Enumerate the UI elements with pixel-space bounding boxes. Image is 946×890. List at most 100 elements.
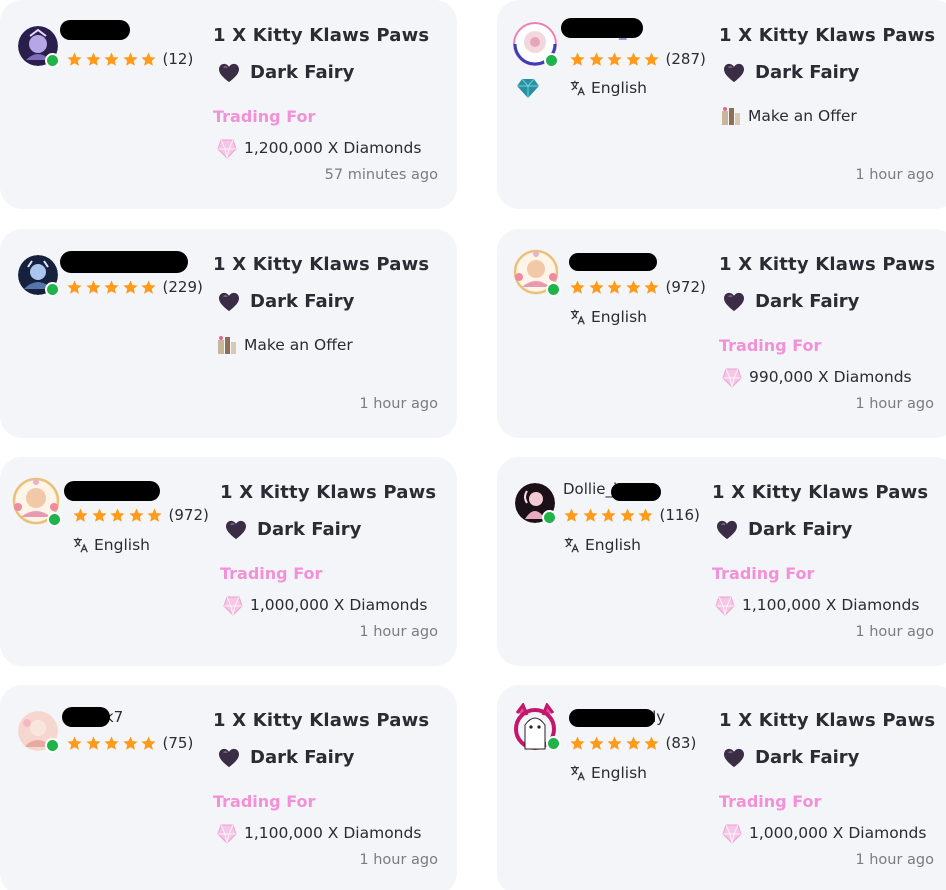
- trading-for-label: Trading For: [719, 336, 822, 355]
- seller-avatar[interactable]: [511, 703, 561, 755]
- item-title[interactable]: 1 X Kitty Klaws Paws: [213, 254, 429, 275]
- star-icon: [570, 735, 585, 750]
- make-offer[interactable]: Make an Offer: [216, 334, 353, 356]
- star-icon: [67, 51, 82, 66]
- star-icon: [607, 735, 622, 750]
- price-text: 1,100,000 X Diamonds: [244, 824, 422, 842]
- online-indicator: [542, 510, 557, 525]
- price: 1,000,000 X Diamonds: [722, 822, 926, 844]
- item-title[interactable]: 1 X Kitty Klaws Paws: [719, 254, 935, 275]
- diamond-icon: [217, 824, 237, 844]
- price-text: 1,200,000 X Diamonds: [244, 139, 422, 157]
- language-label: English: [591, 764, 647, 782]
- listing-card[interactable]: (972) English 1 X Kitty Klaws Paws Dark …: [497, 229, 946, 438]
- listing-card[interactable]: iddy (83) English 1 X Kitty Klaws Paws D…: [497, 685, 946, 890]
- posted-time: 1 hour ago: [855, 167, 934, 183]
- item-title[interactable]: 1 X Kitty Klaws Paws: [213, 25, 429, 46]
- posted-time: 1 hour ago: [855, 852, 934, 868]
- seller-avatar[interactable]: [18, 26, 60, 68]
- seller-avatar[interactable]: [513, 249, 561, 297]
- posted-time: 57 minutes ago: [324, 167, 438, 183]
- offer-text[interactable]: Make an Offer: [748, 107, 857, 125]
- star-icon: [67, 735, 82, 750]
- posted-time: 1 hour ago: [359, 624, 438, 640]
- translate-icon: [570, 80, 585, 96]
- star-icon: [147, 507, 162, 522]
- review-count[interactable]: (287): [666, 50, 706, 68]
- dark-heart-icon: [717, 520, 737, 539]
- variant-label: Dark Fairy: [755, 291, 860, 312]
- star-icon: [104, 279, 119, 294]
- seller-avatar[interactable]: [513, 22, 559, 68]
- price-text: 1,000,000 X Diamonds: [250, 596, 428, 614]
- offer-text[interactable]: Make an Offer: [244, 336, 353, 354]
- seller-avatar[interactable]: [12, 477, 62, 527]
- review-count[interactable]: (229): [163, 278, 203, 296]
- star-icon: [104, 51, 119, 66]
- seller-rating: (12): [66, 50, 193, 68]
- review-count[interactable]: (972): [666, 278, 706, 296]
- star-icon: [570, 279, 585, 294]
- trading-for-label: Trading For: [213, 107, 316, 126]
- online-indicator: [45, 738, 60, 753]
- listing-card[interactable]: Dollie_is (116) English 1 X Kitty Klaws …: [497, 457, 946, 666]
- seller-rating: (972): [569, 278, 706, 296]
- star-icon: [644, 51, 659, 66]
- listing-card[interactable]: (972) English 1 X Kitty Klaws Paws Dark …: [0, 457, 457, 666]
- item-title[interactable]: 1 X Kitty Klaws Paws: [719, 25, 935, 46]
- item-title[interactable]: 1 X Kitty Klaws Paws: [220, 482, 436, 503]
- translate-icon: [73, 537, 88, 553]
- seller-avatar[interactable]: [18, 711, 60, 753]
- dark-heart-icon: [219, 292, 239, 311]
- item-variant: Dark Fairy: [723, 291, 859, 312]
- star-icon: [110, 507, 125, 522]
- seller-avatar[interactable]: [18, 255, 60, 297]
- star-icon: [141, 735, 156, 750]
- listing-card[interactable]: s (12) 1 X Kitty Klaws Paws Dark Fairy T…: [0, 0, 457, 209]
- price: 1,100,000 X Diamonds: [715, 594, 919, 616]
- item-title[interactable]: 1 X Kitty Klaws Paws: [719, 710, 935, 731]
- price: 990,000 X Diamonds: [722, 366, 912, 388]
- redaction-mark: [569, 709, 655, 727]
- make-offer[interactable]: Make an Offer: [720, 105, 857, 127]
- review-count[interactable]: (972): [169, 506, 209, 524]
- star-icon: [570, 51, 585, 66]
- star-icon: [91, 507, 107, 522]
- redaction-mark: [60, 20, 130, 40]
- seller-rating: (83): [569, 734, 696, 752]
- listing-card[interactable]: _k (287) English 1 X Kitty Klaws Paws Da…: [497, 0, 946, 209]
- listing-card[interactable]: 26 (229) 1 X Kitty Klaws Paws Dark Fairy…: [0, 229, 457, 438]
- star-icon: [85, 279, 101, 294]
- variant-label: Dark Fairy: [748, 519, 853, 540]
- online-indicator: [45, 282, 60, 297]
- star-icon: [625, 279, 641, 294]
- seller-rating: (287): [569, 50, 706, 68]
- posted-time: 1 hour ago: [359, 852, 438, 868]
- star-icon: [601, 507, 616, 522]
- review-count[interactable]: (116): [660, 506, 700, 524]
- item-title[interactable]: 1 X Kitty Klaws Paws: [712, 482, 928, 503]
- star-icon: [128, 507, 144, 522]
- item-variant: Dark Fairy: [225, 519, 361, 540]
- review-count[interactable]: (12): [163, 50, 194, 68]
- diamond-icon: [217, 139, 237, 159]
- seller-avatar[interactable]: [515, 483, 557, 525]
- seller-language: English: [563, 536, 641, 554]
- variant-label: Dark Fairy: [257, 519, 362, 540]
- review-count[interactable]: (83): [666, 734, 697, 752]
- review-count[interactable]: (75): [163, 734, 194, 752]
- star-icon: [141, 279, 156, 294]
- language-label: English: [591, 308, 647, 326]
- dark-heart-icon: [724, 748, 744, 767]
- variant-label: Dark Fairy: [755, 62, 860, 83]
- variant-label: Dark Fairy: [250, 291, 355, 312]
- star-icon: [619, 507, 635, 522]
- seller-rating: (972): [72, 506, 209, 524]
- item-title[interactable]: 1 X Kitty Klaws Paws: [213, 710, 429, 731]
- listing-card[interactable]: k7 (75) 1 X Kitty Klaws Paws Dark Fairy …: [0, 685, 457, 890]
- star-icon: [141, 51, 156, 66]
- seller-language: English: [569, 764, 647, 782]
- posted-time: 1 hour ago: [855, 624, 934, 640]
- online-indicator: [546, 736, 561, 751]
- star-icon: [607, 51, 622, 66]
